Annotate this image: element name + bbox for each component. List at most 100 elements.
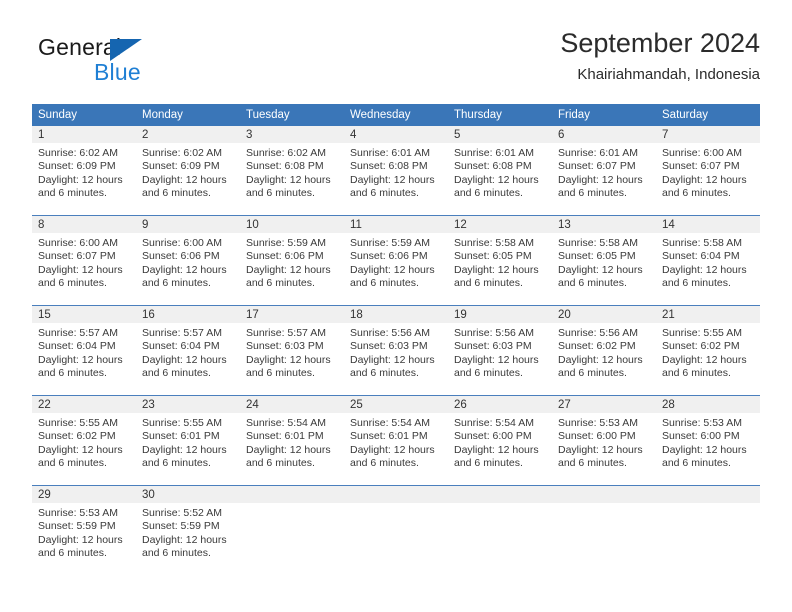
daylight-text: Daylight: 12 hours and 6 minutes. [142, 443, 227, 469]
day-cell[interactable]: 17 Sunrise: 5:57 AM Sunset: 6:03 PM Dayl… [240, 306, 344, 381]
day-info [240, 503, 344, 561]
day-info [656, 503, 760, 561]
sunrise-text: Sunrise: 6:00 AM [142, 237, 222, 249]
sunrise-text: Sunrise: 5:54 AM [246, 417, 326, 429]
day-number: 27 [552, 396, 656, 413]
day-cell[interactable]: 27 Sunrise: 5:53 AM Sunset: 6:00 PM Dayl… [552, 396, 656, 471]
sunset-text: Sunset: 6:02 PM [558, 340, 636, 353]
weekday-header-saturday: Saturday [662, 109, 709, 121]
day-number: 17 [240, 306, 344, 323]
day-cell[interactable]: 22 Sunrise: 5:55 AM Sunset: 6:02 PM Dayl… [32, 396, 136, 471]
daylight-text: Daylight: 12 hours and 6 minutes. [38, 353, 123, 379]
day-info: Sunrise: 5:59 AM Sunset: 6:06 PM Dayligh… [344, 233, 448, 291]
day-cell[interactable]: 20 Sunrise: 5:56 AM Sunset: 6:02 PM Dayl… [552, 306, 656, 381]
day-info: Sunrise: 6:00 AM Sunset: 6:07 PM Dayligh… [656, 143, 760, 201]
brand-name-general: General [38, 34, 122, 60]
sunset-text: Sunset: 6:01 PM [142, 430, 220, 443]
day-cell[interactable]: 30 Sunrise: 5:52 AM Sunset: 5:59 PM Dayl… [136, 486, 240, 561]
page-title: September 2024 [560, 28, 760, 58]
day-cell[interactable]: 2 Sunrise: 6:02 AM Sunset: 6:09 PM Dayli… [136, 126, 240, 201]
day-cell[interactable]: 7 Sunrise: 6:00 AM Sunset: 6:07 PM Dayli… [656, 126, 760, 201]
day-cell[interactable]: 3 Sunrise: 6:02 AM Sunset: 6:08 PM Dayli… [240, 126, 344, 201]
daylight-text: Daylight: 12 hours and 6 minutes. [662, 263, 747, 289]
daylight-text: Daylight: 12 hours and 6 minutes. [350, 263, 435, 289]
day-cell[interactable]: 12 Sunrise: 5:58 AM Sunset: 6:05 PM Dayl… [448, 216, 552, 291]
day-info: Sunrise: 5:55 AM Sunset: 6:02 PM Dayligh… [656, 323, 760, 381]
day-number: 1 [32, 126, 136, 143]
day-number: 3 [240, 126, 344, 143]
day-cell[interactable]: 23 Sunrise: 5:55 AM Sunset: 6:01 PM Dayl… [136, 396, 240, 471]
sunrise-text: Sunrise: 5:54 AM [350, 417, 430, 429]
week-row: 8 Sunrise: 6:00 AM Sunset: 6:07 PM Dayli… [32, 215, 760, 291]
daylight-text: Daylight: 12 hours and 6 minutes. [558, 353, 643, 379]
weekday-header-thursday: Thursday [454, 109, 502, 121]
week-spacer [32, 201, 760, 215]
day-info: Sunrise: 5:52 AM Sunset: 5:59 PM Dayligh… [136, 503, 240, 561]
sunrise-text: Sunrise: 5:55 AM [38, 417, 118, 429]
sunrise-text: Sunrise: 6:02 AM [142, 147, 222, 159]
day-cell[interactable]: 29 Sunrise: 5:53 AM Sunset: 5:59 PM Dayl… [32, 486, 136, 561]
sunset-text: Sunset: 6:05 PM [558, 250, 636, 263]
sunrise-text: Sunrise: 5:54 AM [454, 417, 534, 429]
day-info: Sunrise: 5:55 AM Sunset: 6:02 PM Dayligh… [32, 413, 136, 471]
day-number: 15 [32, 306, 136, 323]
sunset-text: Sunset: 6:03 PM [246, 340, 324, 353]
sunrise-text: Sunrise: 5:57 AM [142, 327, 222, 339]
day-cell[interactable]: 24 Sunrise: 5:54 AM Sunset: 6:01 PM Dayl… [240, 396, 344, 471]
daylight-text: Daylight: 12 hours and 6 minutes. [142, 173, 227, 199]
sunset-text: Sunset: 6:09 PM [38, 160, 116, 173]
week-row: 29 Sunrise: 5:53 AM Sunset: 5:59 PM Dayl… [32, 485, 760, 561]
day-cell[interactable]: 6 Sunrise: 6:01 AM Sunset: 6:07 PM Dayli… [552, 126, 656, 201]
day-cell[interactable]: 14 Sunrise: 5:58 AM Sunset: 6:04 PM Dayl… [656, 216, 760, 291]
day-cell[interactable]: 25 Sunrise: 5:54 AM Sunset: 6:01 PM Dayl… [344, 396, 448, 471]
day-cell[interactable]: 1 Sunrise: 6:02 AM Sunset: 6:09 PM Dayli… [32, 126, 136, 201]
day-cell[interactable]: 15 Sunrise: 5:57 AM Sunset: 6:04 PM Dayl… [32, 306, 136, 381]
day-info: Sunrise: 5:53 AM Sunset: 6:00 PM Dayligh… [552, 413, 656, 471]
week-row: 1 Sunrise: 6:02 AM Sunset: 6:09 PM Dayli… [32, 126, 760, 201]
day-cell[interactable]: 19 Sunrise: 5:56 AM Sunset: 6:03 PM Dayl… [448, 306, 552, 381]
sunrise-text: Sunrise: 6:02 AM [38, 147, 118, 159]
sunrise-text: Sunrise: 5:55 AM [142, 417, 222, 429]
day-number: 21 [656, 306, 760, 323]
day-info: Sunrise: 6:01 AM Sunset: 6:07 PM Dayligh… [552, 143, 656, 201]
day-cell[interactable]: 10 Sunrise: 5:59 AM Sunset: 6:06 PM Dayl… [240, 216, 344, 291]
day-info [448, 503, 552, 561]
day-cell[interactable]: 28 Sunrise: 5:53 AM Sunset: 6:00 PM Dayl… [656, 396, 760, 471]
sunrise-text: Sunrise: 5:53 AM [558, 417, 638, 429]
day-number: 13 [552, 216, 656, 233]
day-cell[interactable]: 5 Sunrise: 6:01 AM Sunset: 6:08 PM Dayli… [448, 126, 552, 201]
daylight-text: Daylight: 12 hours and 6 minutes. [38, 443, 123, 469]
sunrise-text: Sunrise: 5:53 AM [662, 417, 742, 429]
daylight-text: Daylight: 12 hours and 6 minutes. [558, 173, 643, 199]
day-cell[interactable]: 21 Sunrise: 5:55 AM Sunset: 6:02 PM Dayl… [656, 306, 760, 381]
sunset-text: Sunset: 6:04 PM [38, 340, 116, 353]
weekday-header-tuesday: Tuesday [246, 109, 290, 121]
day-cell[interactable]: 8 Sunrise: 6:00 AM Sunset: 6:07 PM Dayli… [32, 216, 136, 291]
day-number: 23 [136, 396, 240, 413]
day-cell[interactable]: 9 Sunrise: 6:00 AM Sunset: 6:06 PM Dayli… [136, 216, 240, 291]
sunset-text: Sunset: 6:05 PM [454, 250, 532, 263]
day-cell[interactable]: 11 Sunrise: 5:59 AM Sunset: 6:06 PM Dayl… [344, 216, 448, 291]
weekday-header-friday: Friday [558, 109, 590, 121]
day-cell[interactable]: 16 Sunrise: 5:57 AM Sunset: 6:04 PM Dayl… [136, 306, 240, 381]
weekday-header-wednesday: Wednesday [350, 109, 411, 121]
day-cell[interactable]: 4 Sunrise: 6:01 AM Sunset: 6:08 PM Dayli… [344, 126, 448, 201]
sunset-text: Sunset: 5:59 PM [38, 520, 116, 533]
day-info: Sunrise: 5:57 AM Sunset: 6:04 PM Dayligh… [136, 323, 240, 381]
day-info [344, 503, 448, 561]
sunrise-text: Sunrise: 5:58 AM [558, 237, 638, 249]
week-row: 22 Sunrise: 5:55 AM Sunset: 6:02 PM Dayl… [32, 395, 760, 471]
brand-logo[interactable]: General Blue [38, 34, 258, 90]
daylight-text: Daylight: 12 hours and 6 minutes. [246, 263, 331, 289]
daylight-text: Daylight: 12 hours and 6 minutes. [350, 173, 435, 199]
day-cell[interactable]: 13 Sunrise: 5:58 AM Sunset: 6:05 PM Dayl… [552, 216, 656, 291]
day-cell[interactable]: 18 Sunrise: 5:56 AM Sunset: 6:03 PM Dayl… [344, 306, 448, 381]
day-cell-empty [344, 486, 448, 561]
day-info: Sunrise: 6:00 AM Sunset: 6:06 PM Dayligh… [136, 233, 240, 291]
calendar-grid: Sunday Monday Tuesday Wednesday Thursday… [32, 104, 760, 561]
day-cell[interactable]: 26 Sunrise: 5:54 AM Sunset: 6:00 PM Dayl… [448, 396, 552, 471]
sunset-text: Sunset: 6:01 PM [350, 430, 428, 443]
day-number: 30 [136, 486, 240, 503]
day-cell-empty [448, 486, 552, 561]
title-block: September 2024 Khairiahmandah, Indonesia [560, 26, 760, 86]
